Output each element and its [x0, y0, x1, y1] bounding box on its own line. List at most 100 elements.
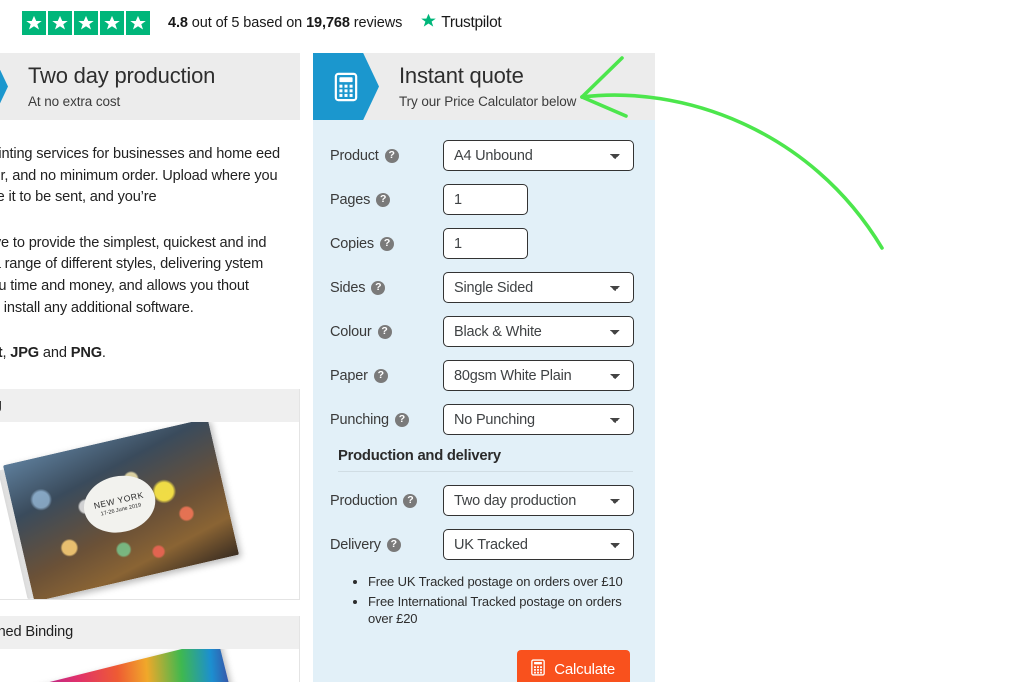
booklet-cover: NEW YORK 17-26 June 2019 [2, 421, 240, 599]
booklet-image: NEW YORK 17-26 June 2019 [0, 421, 240, 599]
star-icon [100, 11, 124, 35]
list-item: Free UK Tracked postage on orders over £… [368, 573, 633, 591]
form-row-sides: Sides ? Single Sided [330, 272, 634, 303]
help-circle-icon[interactable]: ? [379, 236, 394, 251]
instant-quote-panel: Instant quote Try our Price Calculator b… [313, 53, 655, 682]
format-sep-2: and [39, 345, 71, 362]
punching-label-text: Punching [330, 411, 389, 428]
help-circle-icon[interactable]: ? [403, 493, 418, 508]
left-body-copy: ument printing services for businesses a… [0, 144, 300, 365]
star-icon [22, 11, 46, 35]
control-copies [443, 228, 633, 259]
form-row-delivery: Delivery ? UK Tracked [330, 529, 634, 560]
control-production: Two day production [443, 485, 634, 516]
help-circle-icon[interactable]: ? [373, 368, 388, 383]
promo-card-title: Two day production [28, 63, 216, 89]
sides-label-text: Sides [330, 279, 366, 296]
punching-select[interactable]: No Punching [443, 404, 634, 435]
help-circle-icon[interactable]: ? [386, 537, 401, 552]
format-period: . [101, 345, 106, 362]
trustpilot-review-count: 19,768 [306, 15, 350, 31]
label-punching: Punching ? [330, 412, 443, 428]
form-row-copies: Copies ? [330, 228, 633, 259]
copies-input[interactable] [443, 228, 528, 259]
vogue-magazine-photo: OGUE [0, 648, 299, 682]
paper-label-text: Paper [330, 367, 368, 384]
stopwatch-icon [0, 53, 8, 120]
calculate-button-label: Calculate [554, 660, 615, 678]
label-copies: Copies ? [330, 236, 443, 252]
pages-input[interactable] [443, 184, 528, 215]
delivery-select[interactable]: UK Tracked [443, 529, 634, 560]
page-root: 4.8 out of 5 based on 19,768 reviews Tru… [0, 0, 1017, 682]
label-paper: Paper ? [330, 368, 443, 384]
list-item[interactable]: printing NEW YORK 17-26 June 2019 [0, 388, 300, 600]
help-circle-icon[interactable]: ? [376, 192, 391, 207]
form-row-product: Product ? A4 Unbound [330, 140, 634, 171]
form-row-production: Production ? Two day production [330, 485, 634, 516]
booklet-photo: NEW YORK 17-26 June 2019 [0, 421, 299, 599]
instant-quote-header-text: Instant quote Try our Price Calculator b… [399, 63, 577, 109]
help-circle-icon[interactable]: ? [394, 412, 409, 427]
colour-select[interactable]: Black & White [443, 316, 634, 347]
trustpilot-wordmark: Trustpilot [441, 14, 502, 31]
format-png: PNG [70, 345, 102, 362]
help-circle-icon[interactable]: ? [371, 280, 386, 295]
star-icon [126, 11, 150, 35]
promo-card-text: Two day production At no extra cost [28, 63, 216, 109]
label-delivery: Delivery ? [330, 537, 443, 553]
production-label-text: Production [330, 492, 398, 509]
delivery-label-text: Delivery [330, 536, 381, 553]
trustpilot-score: 4.8 [168, 15, 188, 31]
help-circle-icon[interactable]: ? [377, 324, 392, 339]
trustpilot-summary-text: 4.8 out of 5 based on 19,768 reviews [168, 15, 402, 31]
promo-card-two-day-production: Two day production At no extra cost [0, 53, 300, 120]
instant-quote-subtitle: Try our Price Calculator below [399, 93, 577, 109]
trustpilot-logo[interactable]: Trustpilot [420, 12, 502, 34]
trustpilot-suffix-text: reviews [349, 15, 403, 31]
colour-label-text: Colour [330, 323, 372, 340]
form-row-pages: Pages ? [330, 184, 633, 215]
label-sides: Sides ? [330, 280, 443, 296]
trustpilot-stars [22, 11, 150, 35]
pages-label-text: Pages [330, 191, 371, 208]
list-item[interactable]: le Stitched Binding OGUE [0, 615, 300, 682]
promo-card-subtitle: At no extra cost [28, 93, 121, 109]
control-product: A4 Unbound [443, 140, 634, 171]
trustpilot-star-icon [420, 12, 437, 34]
body-paragraph-2: . We strive to provide the simplest, qui… [0, 234, 267, 316]
trustpilot-rating-bar: 4.8 out of 5 based on 19,768 reviews Tru… [0, 0, 540, 46]
control-sides: Single Sided [443, 272, 634, 303]
vogue-image: OGUE [0, 648, 248, 682]
production-select[interactable]: Two day production [443, 485, 634, 516]
copies-label-text: Copies [330, 235, 374, 252]
form-row-punching: Punching ? No Punching [330, 404, 634, 435]
help-circle-icon[interactable]: ? [384, 148, 399, 163]
booklet-cover-label: NEW YORK 17-26 June 2019 [78, 469, 162, 541]
sides-select[interactable]: Single Sided [443, 272, 634, 303]
section-heading-production-and-delivery: Production and delivery [338, 448, 501, 464]
star-icon [48, 11, 72, 35]
calculator-icon [530, 658, 546, 680]
control-punching: No Punching [443, 404, 634, 435]
control-delivery: UK Tracked [443, 529, 634, 560]
calculate-button[interactable]: Calculate [517, 649, 630, 682]
section-divider [338, 471, 633, 472]
thumb-card-heading: le Stitched Binding [0, 615, 299, 649]
calculator-icon [313, 53, 379, 120]
product-select[interactable]: A4 Unbound [443, 140, 634, 171]
instant-quote-title: Instant quote [399, 63, 524, 89]
paper-select[interactable]: 80gsm White Plain [443, 360, 634, 391]
instant-quote-header: Instant quote Try our Price Calculator b… [313, 53, 655, 120]
label-colour: Colour ? [330, 324, 443, 340]
trustpilot-middle-text: out of 5 based on [187, 15, 307, 31]
list-item: Free International Tracked postage on or… [368, 593, 633, 628]
left-content-column: Two day production At no extra cost umen… [0, 53, 300, 682]
thumb-card-heading: printing [0, 388, 299, 422]
label-product: Product ? [330, 148, 443, 164]
control-colour: Black & White [443, 316, 634, 347]
product-label-text: Product [330, 147, 379, 164]
control-pages [443, 184, 633, 215]
postage-notes-list: Free UK Tracked postage on orders over £… [330, 573, 633, 628]
price-calculator-form: Product ? A4 Unbound Pages ? 1 Copies ? … [313, 120, 655, 682]
